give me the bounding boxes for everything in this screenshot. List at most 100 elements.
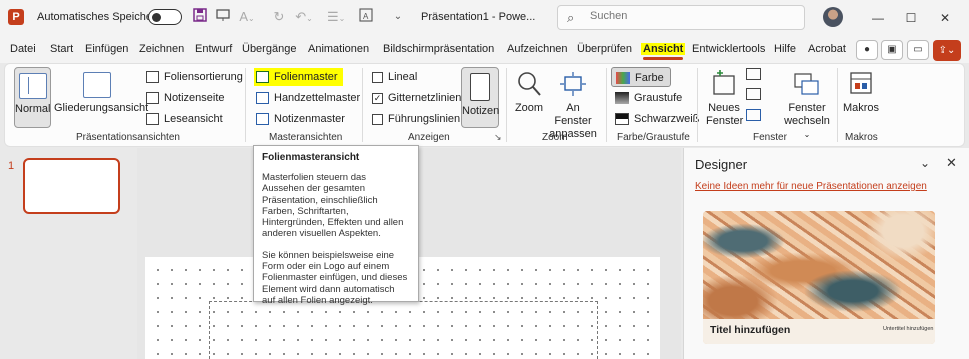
tab-ueberpruefen[interactable]: Überprüfen xyxy=(577,43,632,55)
macros-label: Makros xyxy=(842,102,880,114)
user-avatar[interactable] xyxy=(823,7,843,27)
text-box-icon[interactable]: A xyxy=(357,8,375,26)
handout-master-button[interactable]: Handzettelmaster xyxy=(254,89,360,107)
tab-animationen[interactable]: Animationen xyxy=(308,43,369,55)
black-white-swatch-icon xyxy=(615,113,629,125)
ruler-checkbox[interactable]: Lineal xyxy=(371,69,417,85)
share-button[interactable]: ⇪⌄ xyxy=(933,40,961,61)
notes-button[interactable]: Notizen xyxy=(461,67,499,128)
maximize-icon[interactable]: ☐ xyxy=(899,8,923,28)
notes-icon xyxy=(470,73,490,101)
design-card-subtitle: Untertitel hinzufügen xyxy=(883,326,934,332)
bullets-icon[interactable]: ☰⌄ xyxy=(327,8,345,26)
group-label-window: Fenster xyxy=(753,132,787,143)
move-split-icon[interactable] xyxy=(746,109,761,121)
notes-master-icon xyxy=(256,113,269,125)
tab-einfuegen[interactable]: Einfügen xyxy=(85,43,128,55)
normal-view-label: Normal xyxy=(15,103,51,115)
slide-sorter-button[interactable]: Foliensortierung xyxy=(144,68,243,86)
group-label-macros: Makros xyxy=(845,132,878,143)
slide-master-icon xyxy=(256,71,269,83)
ruler-checkbox-box xyxy=(372,72,383,83)
zoom-button[interactable]: Zoom xyxy=(512,67,546,128)
tab-entwurf[interactable]: Entwurf xyxy=(195,43,232,55)
title-placeholder[interactable] xyxy=(209,301,598,359)
autosave-toggle[interactable] xyxy=(148,9,182,25)
grayscale-swatch-icon xyxy=(615,92,629,104)
new-window-label-1: Neues xyxy=(708,102,740,114)
search-input[interactable] xyxy=(590,10,790,22)
outline-view-button[interactable]: Gliederungsansicht xyxy=(54,67,148,128)
macros-button[interactable]: Makros xyxy=(842,67,880,128)
notes-page-icon xyxy=(146,92,159,104)
group-separator xyxy=(606,68,607,142)
tab-entwicklertools[interactable]: Entwicklertools xyxy=(692,43,765,55)
arrange-all-icon[interactable] xyxy=(746,68,761,80)
document-title: Präsentation1 - Powe... xyxy=(421,11,536,23)
handout-master-label: Handzettelmaster xyxy=(274,92,361,104)
dialog-launcher-icon[interactable]: ↘ xyxy=(494,132,502,143)
tab-ansicht[interactable]: Ansicht xyxy=(641,43,686,60)
tab-aufzeichnen[interactable]: Aufzeichnen xyxy=(507,43,568,55)
search-box[interactable]: ⌕ xyxy=(557,5,805,30)
design-idea-card[interactable]: Titel hinzufügen Untertitel hinzufügen xyxy=(703,211,935,344)
tab-acrobat[interactable]: Acrobat xyxy=(808,43,846,55)
designer-pane: Designer ⌄ ✕ Keine Ideen mehr für neue P… xyxy=(683,148,969,359)
cascade-icon[interactable] xyxy=(746,88,761,100)
minimize-icon[interactable]: — xyxy=(866,8,890,28)
tab-zeichnen[interactable]: Zeichnen xyxy=(139,43,184,55)
handout-master-icon xyxy=(256,92,269,104)
undo-icon[interactable]: ↶⌄ xyxy=(295,8,313,26)
tooltip-title: Folienmasteransicht xyxy=(262,152,360,163)
zoom-icon xyxy=(518,72,541,96)
group-label-color: Farbe/Graustufe xyxy=(617,132,690,143)
teams-share-icon[interactable]: ▣ xyxy=(881,40,903,60)
font-color-icon[interactable]: A⌄ xyxy=(238,8,256,26)
group-separator xyxy=(697,68,698,142)
customize-toolbar-icon[interactable]: ⌄ xyxy=(389,8,407,26)
close-icon[interactable]: ✕ xyxy=(933,8,957,28)
record-icon[interactable]: ● xyxy=(856,40,878,60)
fit-to-window-icon xyxy=(560,72,586,96)
slide-master-button[interactable]: Folienmaster xyxy=(254,68,343,86)
chevron-down-icon: ⌄ xyxy=(803,130,811,139)
present-from-start-icon[interactable] xyxy=(214,8,232,26)
chevron-down-icon[interactable]: ⌄ xyxy=(920,156,930,170)
fit-to-window-button[interactable]: An Fenster anpassen xyxy=(547,67,599,140)
tab-datei[interactable]: Datei xyxy=(10,43,36,55)
designer-title: Designer xyxy=(695,157,748,172)
slide-thumbnail-number: 1 xyxy=(8,160,15,172)
new-window-button[interactable]: Neues Fenster xyxy=(706,67,743,128)
guides-checkbox[interactable]: Führungslinien xyxy=(371,111,460,127)
tab-hilfe[interactable]: Hilfe xyxy=(774,43,796,55)
notes-page-button[interactable]: Notizenseite xyxy=(144,89,225,107)
design-card-title: Titel hinzufügen xyxy=(710,324,791,336)
black-white-button[interactable]: Schwarzweiß xyxy=(611,109,699,129)
redo-icon[interactable]: ↻ xyxy=(270,8,288,26)
reading-view-button[interactable]: Leseansicht xyxy=(144,110,223,128)
save-icon[interactable] xyxy=(191,8,209,26)
group-separator xyxy=(245,68,246,142)
switch-windows-button[interactable]: Fenster wechseln ⌄ xyxy=(781,67,833,139)
slide-thumbnail[interactable] xyxy=(23,158,120,214)
gridlines-checkbox[interactable]: ✓ Gitternetzlinien xyxy=(371,90,461,106)
tab-bildschirmpraesentation[interactable]: Bildschirmpräsentation xyxy=(383,43,494,55)
comments-icon[interactable]: ▭ xyxy=(907,40,929,60)
search-icon: ⌕ xyxy=(567,10,575,25)
designer-dismiss-link[interactable]: Keine Ideen mehr für neue Präsentationen… xyxy=(695,181,927,192)
tab-start[interactable]: Start xyxy=(50,43,73,55)
guides-checkbox-box xyxy=(372,114,383,125)
grayscale-button[interactable]: Graustufe xyxy=(611,88,682,108)
title-bar: P Automatisches Speichern A⌄ ↻ ↶⌄ ☰⌄ A ⌄… xyxy=(0,0,969,36)
tab-uebergaenge[interactable]: Übergänge xyxy=(242,43,296,55)
svg-text:A: A xyxy=(363,12,369,21)
notes-master-button[interactable]: Notizenmaster xyxy=(254,110,345,128)
color-button[interactable]: Farbe xyxy=(611,67,671,87)
close-icon[interactable]: ✕ xyxy=(946,155,957,171)
group-label-master-views: Masteransichten xyxy=(269,132,343,143)
color-label: Farbe xyxy=(635,72,664,84)
group-separator xyxy=(362,68,363,142)
normal-view-button[interactable]: Normal xyxy=(14,67,51,128)
powerpoint-logo-icon: P xyxy=(8,9,24,25)
reading-view-label: Leseansicht xyxy=(164,113,223,125)
